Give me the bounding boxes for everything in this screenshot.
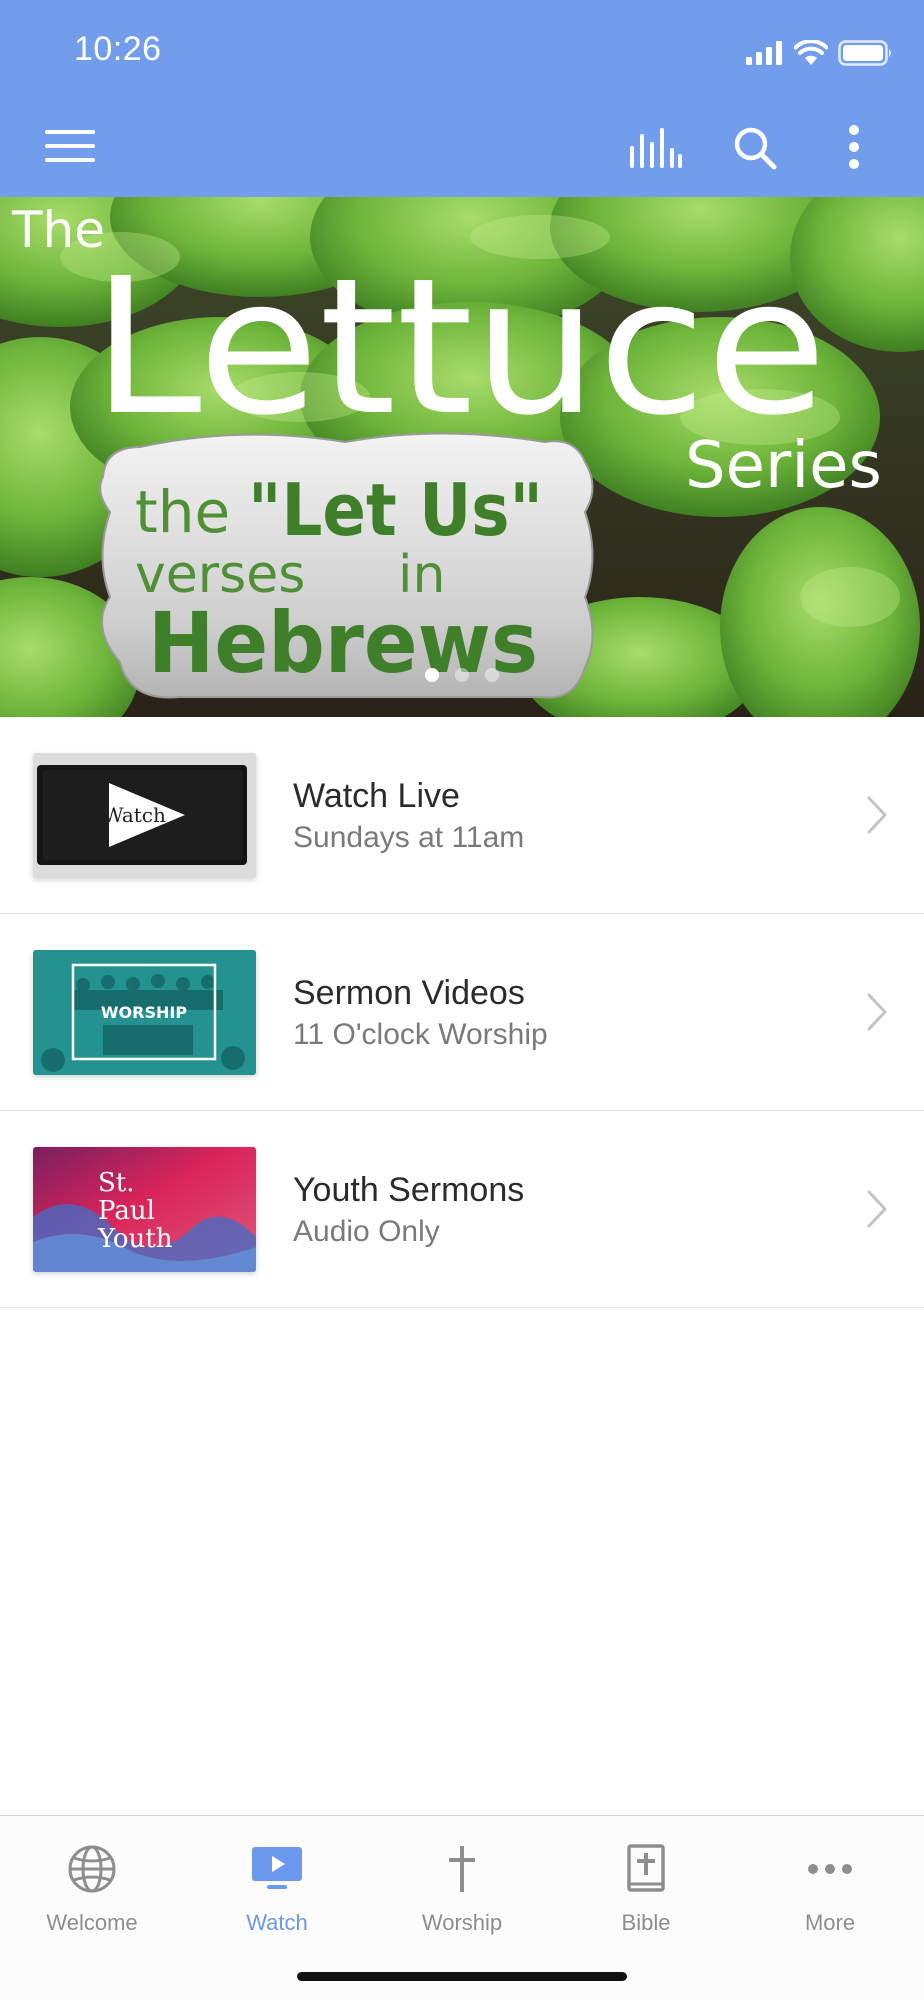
battery-icon bbox=[838, 40, 891, 66]
chevron-right-icon bbox=[867, 1190, 887, 1228]
carousel-dot[interactable] bbox=[455, 668, 469, 682]
youth-thumb-line3: Youth bbox=[97, 1224, 173, 1254]
hero-image: The Lettuce Series the "Let Us" verses i… bbox=[0, 197, 924, 717]
search-icon[interactable] bbox=[733, 126, 777, 170]
media-list: Watch Watch Live Sundays at 11am WORSHIP… bbox=[0, 717, 924, 1308]
hero-badge-the: the bbox=[135, 478, 230, 546]
watch-live-thumbnail: Watch bbox=[33, 753, 256, 878]
status-time: 10:26 bbox=[74, 30, 162, 68]
list-item-sermon-videos[interactable]: WORSHIP Sermon Videos 11 O'clock Worship bbox=[0, 914, 924, 1111]
signal-icon bbox=[746, 41, 782, 65]
menu-icon[interactable] bbox=[45, 128, 95, 164]
tab-more[interactable]: More bbox=[738, 1834, 922, 1936]
chevron-right-icon bbox=[867, 993, 887, 1031]
tab-label: Worship bbox=[421, 1910, 503, 1935]
app-header: 10:26 bbox=[0, 0, 924, 197]
chevron-right-icon bbox=[867, 796, 887, 834]
carousel-dots[interactable] bbox=[0, 668, 924, 682]
list-item-youth-sermons[interactable]: St. Paul Youth Youth Sermons Audio Only bbox=[0, 1111, 924, 1308]
list-item-title: Watch Live bbox=[293, 777, 460, 815]
hero-the-text: The bbox=[11, 201, 105, 259]
tab-worship[interactable]: Worship bbox=[370, 1834, 554, 1936]
tab-label: Watch bbox=[246, 1910, 308, 1935]
youth-thumb-line2: Paul bbox=[98, 1196, 155, 1226]
list-item-subtitle: 11 O'clock Worship bbox=[293, 1018, 548, 1051]
globe-icon bbox=[68, 1845, 116, 1893]
ellipsis-icon bbox=[808, 1864, 852, 1874]
status-icons bbox=[746, 38, 894, 68]
wifi-icon bbox=[794, 40, 828, 65]
worship-thumb-text: WORSHIP bbox=[101, 1003, 187, 1022]
list-item-subtitle: Audio Only bbox=[293, 1215, 440, 1248]
tab-welcome[interactable]: Welcome bbox=[0, 1834, 184, 1936]
tab-label: Bible bbox=[621, 1910, 671, 1935]
youth-thumb-line1: St. bbox=[98, 1168, 135, 1198]
cross-icon bbox=[449, 1846, 475, 1892]
more-vertical-icon[interactable] bbox=[848, 124, 860, 170]
hero-banner[interactable]: The Lettuce Series the "Let Us" verses i… bbox=[0, 197, 924, 717]
carousel-dot[interactable] bbox=[485, 668, 499, 682]
tab-bible[interactable]: Bible bbox=[554, 1834, 738, 1936]
tab-watch[interactable]: Watch bbox=[185, 1834, 369, 1936]
home-indicator bbox=[297, 1972, 627, 1981]
watch-thumb-text: Watch bbox=[103, 803, 166, 827]
sermon-videos-thumbnail: WORSHIP bbox=[33, 950, 256, 1075]
equalizer-icon[interactable] bbox=[630, 128, 682, 168]
tv-play-icon bbox=[252, 1847, 302, 1889]
youth-sermons-thumbnail: St. Paul Youth bbox=[33, 1147, 256, 1272]
hero-series-text: Series bbox=[685, 429, 882, 503]
list-item-title: Sermon Videos bbox=[293, 974, 525, 1012]
tab-label: More bbox=[804, 1910, 856, 1935]
hero-badge-let-us: "Let Us" bbox=[248, 468, 543, 552]
list-item-subtitle: Sundays at 11am bbox=[293, 821, 525, 854]
list-item-title: Youth Sermons bbox=[293, 1171, 525, 1209]
hero-title: Lettuce bbox=[92, 238, 827, 457]
bible-icon bbox=[627, 1844, 665, 1892]
list-item-watch-live[interactable]: Watch Watch Live Sundays at 11am bbox=[0, 717, 924, 914]
carousel-dot[interactable] bbox=[425, 668, 439, 682]
tab-label: Welcome bbox=[46, 1910, 138, 1935]
